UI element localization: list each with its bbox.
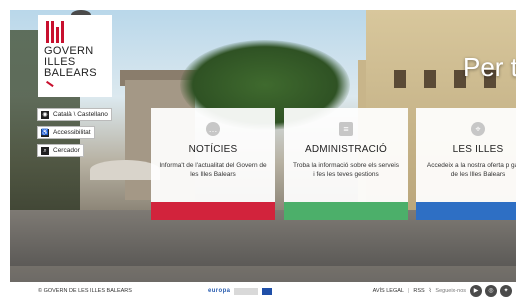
logo-text: GOVERN ILLES BALEARS: [44, 46, 106, 90]
footer: © GOVERN DE LES ILLES BALEARS europa AVÍ…: [38, 282, 516, 300]
card-description: Troba la informació sobre els serveis i …: [293, 162, 399, 178]
bg-window: [424, 70, 436, 88]
rss-icon: ⌇: [428, 288, 432, 294]
follow-label: Segueix-nos: [435, 288, 466, 294]
accessibility-icon: ♿: [41, 128, 49, 137]
instagram-icon[interactable]: ◎: [485, 285, 497, 297]
footer-links: AVÍS LEGAL | RSS ⌇ Segueix-nos ▶ ◎ ✦: [373, 285, 512, 297]
hero-headline: Per t: [463, 52, 516, 82]
legal-link[interactable]: AVÍS LEGAL: [373, 288, 404, 294]
bg-umbrella: [90, 160, 160, 180]
card-les-illes[interactable]: ⌖ LES ILLES Accedeix a la nostra oferta …: [416, 108, 516, 220]
card-administracio[interactable]: ≡ ADMINISTRACIÓ Troba la informació sobr…: [284, 108, 408, 220]
search-button[interactable]: ⌕ Cercador: [37, 144, 84, 157]
europa-logo: europa: [208, 288, 231, 294]
card-color-bar: [151, 202, 275, 220]
youtube-icon[interactable]: ▶: [470, 285, 482, 297]
side-buttons: ◉ Català \ Castellano ♿ Accessibilitat ⌕…: [37, 108, 112, 157]
accessibility-label: Accessibilitat: [53, 129, 91, 136]
document-icon: ≡: [339, 122, 353, 136]
copyright-text: © GOVERN DE LES ILLES BALEARS: [38, 288, 132, 294]
social-icons: ▶ ◎ ✦: [470, 285, 512, 297]
location-pin-icon: ⌖: [471, 122, 485, 136]
bg-window: [394, 70, 406, 88]
search-label: Cercador: [53, 147, 80, 154]
card-title: ADMINISTRACIÓ: [304, 144, 388, 155]
separator: |: [407, 288, 410, 294]
govern-logo[interactable]: GOVERN ILLES BALEARS: [38, 15, 112, 97]
chat-bubble-icon: …: [206, 122, 220, 136]
eu-fund-logo: [234, 287, 259, 295]
card-color-bar: [284, 202, 408, 220]
card-title: NOTÍCIES: [188, 144, 238, 155]
europe-logos: europa: [208, 287, 273, 295]
eu-flag-icon: [262, 287, 273, 295]
language-label: Català \ Castellano: [53, 111, 108, 118]
card-noticies[interactable]: … NOTÍCIES Informa't de l'actualitat del…: [151, 108, 275, 220]
twitter-icon[interactable]: ✦: [500, 285, 512, 297]
accessibility-button[interactable]: ♿ Accessibilitat: [37, 126, 95, 139]
card-color-bar: [416, 202, 516, 220]
logo-mark-icon: [46, 21, 106, 43]
logo-line-3: BALEARS: [44, 68, 106, 90]
search-icon: ⌕: [41, 146, 49, 155]
card-description: Accedeix a la nostra oferta p gaudir de …: [426, 162, 516, 178]
rss-link[interactable]: RSS: [413, 288, 424, 294]
language-icon: ◉: [41, 110, 49, 119]
card-description: Informa't de l'actualitat del Govern de …: [159, 162, 267, 178]
language-button[interactable]: ◉ Català \ Castellano: [37, 108, 112, 121]
card-title: LES ILLES: [452, 144, 504, 155]
